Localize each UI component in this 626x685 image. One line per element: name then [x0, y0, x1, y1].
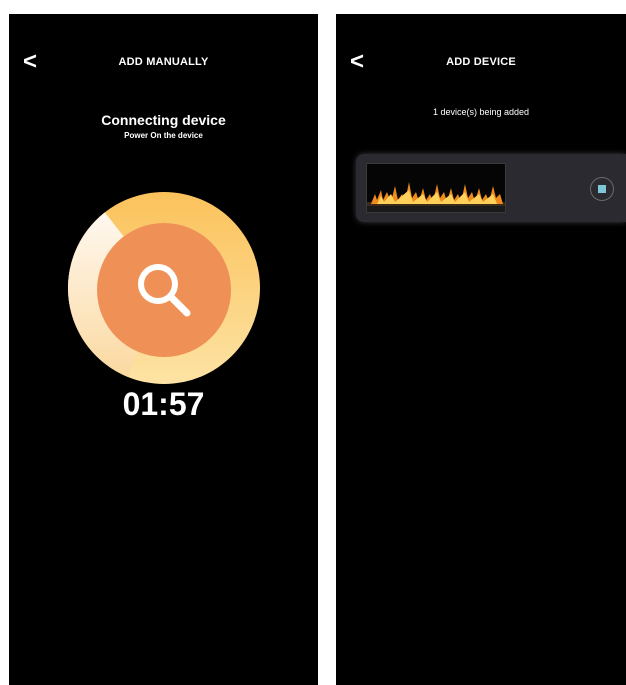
- search-button[interactable]: [97, 223, 231, 357]
- screen-title: ADD MANUALLY: [118, 56, 209, 68]
- device-card[interactable]: [356, 154, 626, 222]
- status-title: Connecting device: [101, 112, 226, 128]
- add-manually-screen: < ADD MANUALLY Connecting device Power O…: [9, 14, 318, 685]
- add-device-screen: < ADD DEVICE 1 device(s) being added: [336, 14, 626, 685]
- screen-title: ADD DEVICE: [446, 56, 516, 68]
- status-subtitle: Power On the device: [124, 131, 203, 140]
- search-icon: [138, 264, 191, 317]
- fireplace-image: [366, 163, 506, 213]
- devices-added-text: 1 device(s) being added: [432, 107, 530, 117]
- stop-icon: [598, 185, 606, 193]
- stop-button[interactable]: [590, 177, 614, 201]
- countdown-timer: 01:57: [122, 386, 205, 422]
